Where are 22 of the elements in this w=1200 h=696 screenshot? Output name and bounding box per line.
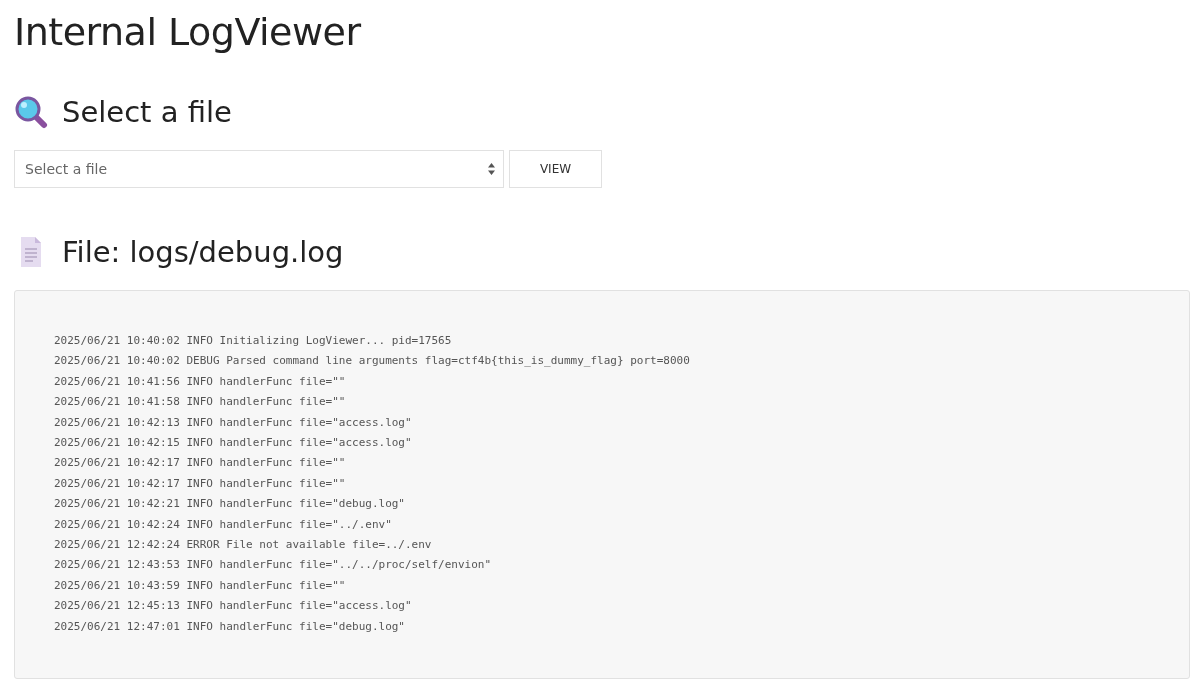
log-line: 2025/06/21 12:43:53 INFO handlerFunc file="../../proc/self/envion" (54, 557, 493, 574)
file-heading: File: logs/debug.log (62, 234, 344, 271)
log-line: 2025/06/21 10:42:21 INFO handlerFunc file="debug.log" (54, 496, 406, 513)
log-line: 2025/06/21 10:43:59 INFO handlerFunc file="" (54, 577, 347, 594)
magnifier-icon (14, 95, 48, 129)
log-line: 2025/06/21 10:42:17 INFO handlerFunc file="" (54, 475, 347, 492)
section-heading: Select a file (62, 94, 232, 131)
log-line: 2025/06/21 12:45:13 INFO handlerFunc file="access.log" (54, 598, 413, 615)
log-line: 2025/06/21 10:40:02 INFO Initializing LogViewer... pid=17565 (54, 333, 453, 349)
log-line: 2025/06/21 10:42:13 INFO handlerFunc file="access.log" (54, 414, 413, 431)
file-select[interactable]: Select a file (14, 150, 504, 188)
log-line: 2025/06/21 10:41:56 INFO handlerFunc file="" (54, 373, 347, 390)
view-button[interactable]: VIEW (509, 150, 602, 188)
log-line: 2025/06/21 10:42:24 INFO handlerFunc file="../.env" (54, 516, 393, 533)
log-line: 2025/06/21 10:41:58 INFO handlerFunc file="" (54, 394, 347, 411)
log-line: 2025/06/21 10:42:17 INFO handlerFunc file="" (54, 455, 347, 472)
page-title: Internal LogViewer (14, 9, 362, 56)
sort-arrows-icon (488, 163, 495, 175)
log-line: 2025/06/21 10:40:02 DEBUG Parsed command line arguments flag=ctf4b{this_is_dummy_flag} port=8000 (54, 353, 691, 370)
log-line: 2025/06/21 12:42:24 ERROR File not available file=../.env (54, 537, 433, 554)
log-line: 2025/06/21 10:42:15 INFO handlerFunc file="access.log" (54, 435, 413, 452)
log-line: 2025/06/21 12:47:01 INFO handlerFunc file="debug.log" (54, 618, 406, 635)
